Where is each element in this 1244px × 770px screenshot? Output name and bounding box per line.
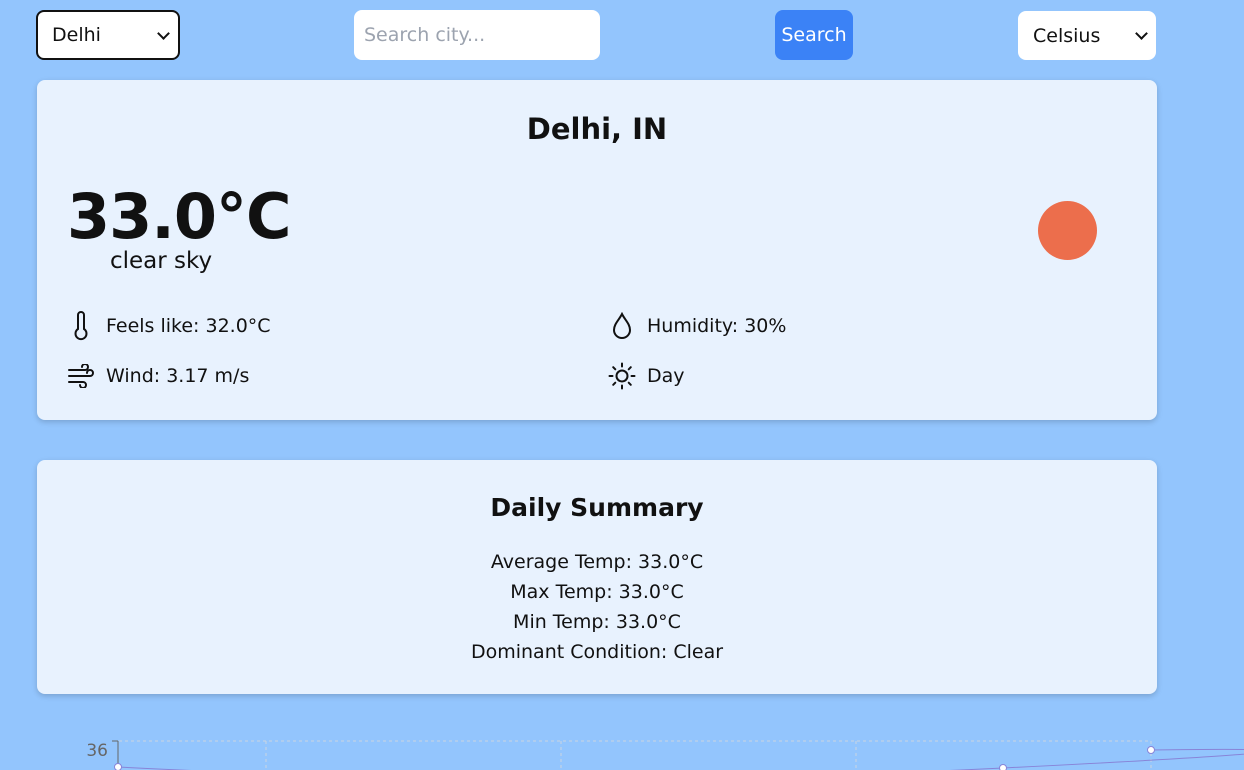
weather-description: clear sky [110, 248, 213, 274]
current-temperature: 33.0°C [67, 180, 291, 253]
droplet-icon [608, 311, 636, 341]
thermometer-icon [67, 311, 95, 341]
chevron-down-icon [1135, 27, 1148, 40]
daily-summary-card: Daily Summary Average Temp: 33.0°C Max T… [37, 460, 1157, 694]
temperature-series-line [117, 748, 1244, 770]
summary-dominant-condition: Dominant Condition: Clear [470, 641, 724, 663]
temperature-chart: 36 [86, 740, 1244, 770]
top-bar: Delhi Search city... Search Celsius [0, 10, 1244, 62]
sun-icon [608, 361, 636, 391]
summary-title: Daily Summary [490, 493, 704, 522]
chevron-down-icon [157, 26, 170, 40]
wind-row: Wind: 3.17 m/s [67, 361, 249, 391]
time-of-day-text: Day [647, 365, 685, 387]
summary-average-temp: Average Temp: 33.0°C [490, 551, 704, 573]
search-input[interactable]: Search city... [354, 10, 600, 60]
data-point [1147, 746, 1155, 754]
summary-min-temp: Min Temp: 33.0°C [513, 611, 681, 633]
time-of-day-row: Day [608, 361, 685, 391]
current-weather-card: Delhi, IN 33.0°C clear sky Feels like: 3… [37, 80, 1157, 420]
chart-grid [119, 740, 1152, 770]
city-select-value: Delhi [52, 24, 101, 46]
search-placeholder: Search city... [364, 24, 486, 46]
unit-select[interactable]: Celsius [1018, 11, 1156, 60]
y-tick-label: 36 [86, 741, 108, 761]
data-point [114, 763, 122, 770]
summary-list: Average Temp: 33.0°C Max Temp: 33.0°C Mi… [37, 547, 1157, 667]
summary-max-temp: Max Temp: 33.0°C [510, 581, 684, 603]
humidity-text: Humidity: 30% [647, 315, 787, 337]
unit-select-value: Celsius [1033, 24, 1101, 47]
search-button[interactable]: Search [775, 10, 853, 60]
weather-condition-icon [1038, 201, 1097, 260]
city-select[interactable]: Delhi [36, 10, 180, 60]
location-title: Delhi, IN [526, 112, 668, 146]
humidity-row: Humidity: 30% [608, 311, 786, 341]
feels-like-text: Feels like: 32.0°C [106, 315, 271, 337]
data-point [999, 764, 1007, 770]
wind-text: Wind: 3.17 m/s [106, 365, 250, 387]
wind-icon [67, 361, 95, 391]
feels-like-row: Feels like: 32.0°C [67, 311, 271, 341]
